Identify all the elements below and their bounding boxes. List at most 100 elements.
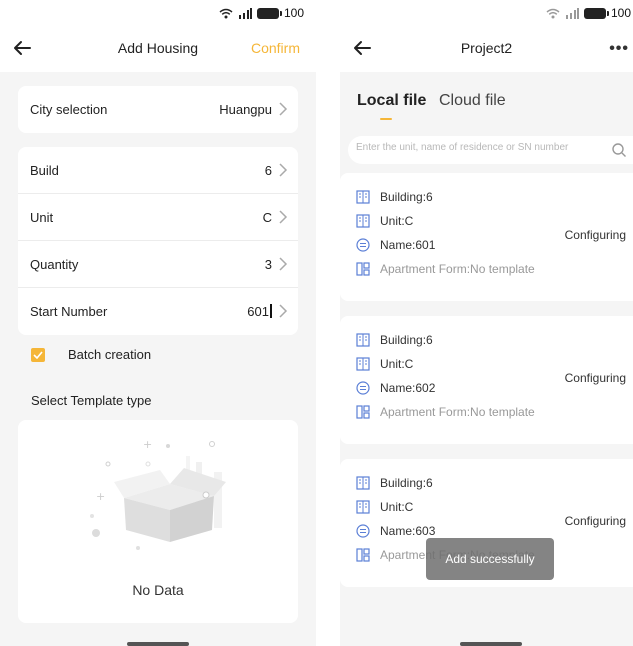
battery-level: 100 xyxy=(283,6,304,20)
apartment-form-icon xyxy=(356,262,370,276)
apartment-form-line: Apartment Form:No template xyxy=(356,405,535,419)
name-text: Name:601 xyxy=(380,238,436,252)
battery-icon xyxy=(583,7,609,19)
unit-row[interactable]: Unit C xyxy=(18,194,298,241)
apartment-form-text: Apartment Form:No template xyxy=(380,262,535,276)
active-tab-indicator xyxy=(380,118,392,120)
build-value: 6 xyxy=(264,163,272,178)
status-badge: Configuring xyxy=(564,228,626,242)
signal-icon xyxy=(565,7,579,19)
template-empty-state: + + No Data xyxy=(18,420,298,623)
batch-creation-label: Batch creation xyxy=(68,347,152,362)
more-icon[interactable]: ••• xyxy=(609,40,629,58)
name-line: Name:602 xyxy=(356,381,435,395)
name-line: Name:601 xyxy=(356,238,435,252)
battery-icon xyxy=(256,7,282,19)
empty-box-icon: + + xyxy=(90,438,226,550)
unit-line: Unit:C xyxy=(356,500,413,514)
tab-local-file[interactable]: Local file xyxy=(357,92,426,110)
search-bar xyxy=(348,136,633,164)
city-selection-value: Huangpu xyxy=(219,102,272,117)
unit-card[interactable]: Building:6 Unit:C Name:602 Apartment For… xyxy=(340,316,633,444)
unit-line: Unit:C xyxy=(356,357,413,371)
empty-state-text: No Data xyxy=(132,582,184,598)
unit-card[interactable]: Building:6 Unit:C Name:601 Apartment For… xyxy=(340,173,633,301)
name-line: Name:603 xyxy=(356,524,435,538)
chevron-right-icon xyxy=(279,304,288,318)
apartment-form-line: Apartment Form:No template xyxy=(356,262,535,276)
unit-text: Unit:C xyxy=(380,500,414,514)
unit-icon xyxy=(356,357,370,371)
build-row[interactable]: Build 6 xyxy=(18,147,298,194)
svg-text:+: + xyxy=(96,490,105,503)
building-icon xyxy=(356,190,370,204)
confirm-button[interactable]: Confirm xyxy=(251,40,300,56)
status-bar: 100 xyxy=(340,0,633,26)
name-text: Name:602 xyxy=(380,381,436,395)
building-icon xyxy=(356,476,370,490)
unit-icon xyxy=(356,214,370,228)
status-bar: 100 xyxy=(0,0,316,26)
search-input[interactable] xyxy=(356,142,596,153)
svg-text:+: + xyxy=(143,438,152,451)
name-icon xyxy=(356,238,370,252)
page-title: Project2 xyxy=(460,40,513,56)
building-text: Building:6 xyxy=(380,476,433,490)
tab-cloud-file[interactable]: Cloud file xyxy=(439,92,506,110)
quantity-label: Quantity xyxy=(30,257,79,272)
wifi-icon xyxy=(219,8,233,18)
status-badge: Configuring xyxy=(564,514,626,528)
apartment-form-icon xyxy=(356,405,370,419)
unit-value: C xyxy=(262,210,272,225)
header: Add Housing Confirm xyxy=(0,26,316,72)
name-icon xyxy=(356,381,370,395)
chevron-right-icon xyxy=(279,210,288,224)
start-number-label: Start Number xyxy=(30,304,108,319)
text-cursor xyxy=(270,304,272,318)
add-housing-screen: 100 Add Housing Confirm City selection H… xyxy=(0,0,316,646)
status-badge: Configuring xyxy=(564,371,626,385)
city-selection-row[interactable]: City selection Huangpu xyxy=(18,86,298,133)
housing-fields-card: Build 6 Unit C Quantity 3 Start Number 6… xyxy=(18,147,298,335)
unit-text: Unit:C xyxy=(380,214,414,228)
search-icon[interactable] xyxy=(611,142,627,158)
home-indicator xyxy=(460,642,522,646)
unit-icon xyxy=(356,500,370,514)
chevron-right-icon xyxy=(279,102,288,116)
building-line: Building:6 xyxy=(356,333,433,347)
unit-text: Unit:C xyxy=(380,357,414,371)
building-text: Building:6 xyxy=(380,333,433,347)
building-line: Building:6 xyxy=(356,476,433,490)
start-number-value: 601 xyxy=(247,304,269,319)
start-number-field[interactable]: 601 xyxy=(247,304,272,319)
project-screen: 100 Project2 ••• Local file Cloud file B… xyxy=(340,0,633,646)
apartment-form-text: Apartment Form:No template xyxy=(380,405,535,419)
start-number-row[interactable]: Start Number 601 xyxy=(18,288,298,335)
header: Project2 ••• xyxy=(340,26,633,72)
toast-message: Add successfully xyxy=(426,538,554,580)
signal-icon xyxy=(238,7,252,19)
file-tabs: Local file Cloud file xyxy=(340,72,633,128)
city-selection-label: City selection xyxy=(30,102,108,117)
battery-level: 100 xyxy=(610,6,631,20)
quantity-value: 3 xyxy=(264,257,272,272)
apartment-form-icon xyxy=(356,548,370,562)
building-text: Building:6 xyxy=(380,190,433,204)
building-icon xyxy=(356,333,370,347)
home-indicator xyxy=(127,642,189,646)
chevron-right-icon xyxy=(279,163,288,177)
check-icon xyxy=(33,350,43,359)
build-label: Build xyxy=(30,163,59,178)
name-icon xyxy=(356,524,370,538)
quantity-row[interactable]: Quantity 3 xyxy=(18,241,298,288)
template-section-title: Select Template type xyxy=(31,393,152,408)
wifi-icon xyxy=(546,8,560,18)
batch-creation-toggle[interactable]: Batch creation xyxy=(31,347,151,362)
chevron-right-icon xyxy=(279,257,288,271)
name-text: Name:603 xyxy=(380,524,436,538)
city-selection-card: City selection Huangpu xyxy=(18,86,298,133)
unit-label: Unit xyxy=(30,210,54,225)
unit-line: Unit:C xyxy=(356,214,413,228)
batch-creation-checkbox[interactable] xyxy=(31,347,45,362)
building-line: Building:6 xyxy=(356,190,433,204)
